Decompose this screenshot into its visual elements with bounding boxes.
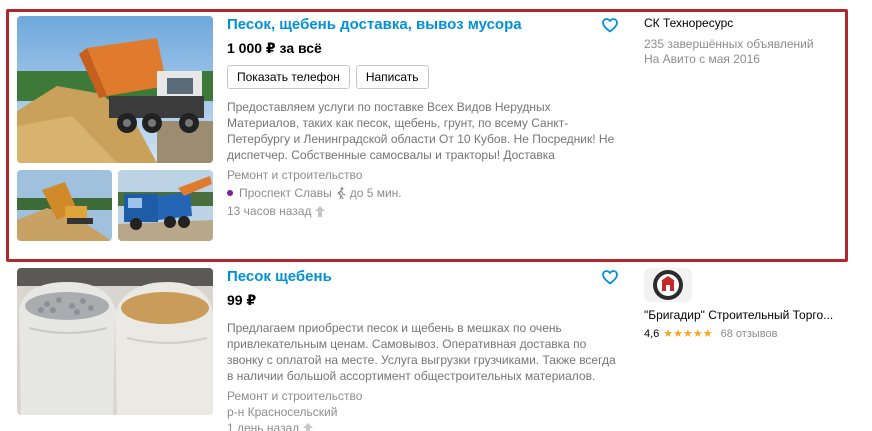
- listing-title[interactable]: Песок, щебень доставка, вывоз мусора: [227, 16, 622, 34]
- seller-info: СК Техноресурс 235 завершённых объявлени…: [644, 16, 857, 67]
- rating-stars-icon: ★★★★★: [663, 328, 713, 340]
- listing-posted: 13 часов назад: [227, 203, 622, 219]
- listing-category: Ремонт и строительство: [227, 168, 363, 182]
- listing-thumbnail[interactable]: [17, 170, 112, 241]
- seller-since: На Авито с мая 2016: [644, 52, 760, 66]
- listing-card[interactable]: Песок щебень 99 ₽ Предлагаем приобрести …: [17, 268, 857, 431]
- rating-value: 4,6: [644, 328, 660, 340]
- arrow-up-icon: [303, 422, 314, 431]
- listing-price: 99 ₽: [227, 292, 257, 308]
- show-phone-button[interactable]: Показать телефон: [227, 65, 350, 89]
- listing-location: Проспект Славы до 5 мин.: [227, 185, 622, 201]
- listing-category: Ремонт и строительство: [227, 389, 363, 403]
- seller-info: "Бригадир" Строительный Торго... 4,6 ★★★…: [644, 268, 857, 341]
- listing-main-photo[interactable]: [17, 16, 213, 163]
- heart-outline-icon[interactable]: [602, 270, 618, 285]
- listing-location: р-н Красносельский: [227, 405, 338, 419]
- metro-station: Проспект Славы: [239, 186, 332, 200]
- seller-logo-badge-icon: [653, 270, 683, 300]
- listing-content: Песок, щебень доставка, вывоз мусора 1 0…: [227, 16, 622, 219]
- walk-time: до 5 мин.: [349, 186, 402, 200]
- listing-main-photo[interactable]: [17, 268, 213, 415]
- listing-card[interactable]: Песок, щебень доставка, вывоз мусора 1 0…: [17, 16, 857, 246]
- reviews-link[interactable]: 68 отзывов: [721, 327, 778, 341]
- seller-name[interactable]: СК Техноресурс: [644, 16, 857, 31]
- listing-posted: 1 день назад: [227, 420, 622, 431]
- listing-price: 1 000 ₽ за всё: [227, 40, 322, 56]
- write-message-button[interactable]: Написать: [355, 65, 429, 89]
- metro-line-dot: [227, 190, 233, 196]
- walking-person-icon: [337, 187, 346, 199]
- heart-outline-icon[interactable]: [602, 18, 618, 33]
- listing-title[interactable]: Песок щебень: [227, 268, 622, 286]
- arrow-up-icon: [315, 205, 326, 217]
- seller-rating: 4,6 ★★★★★ 68 отзывов: [644, 327, 857, 341]
- listing-meta: Ремонт и строительство Проспект Славы до…: [227, 167, 622, 219]
- listing-meta: Ремонт и строительство р-н Красносельски…: [227, 388, 622, 431]
- seller-ads-count: 235 завершённых объявлений: [644, 37, 814, 51]
- seller-logo[interactable]: [644, 268, 692, 302]
- listing-content: Песок щебень 99 ₽ Предлагаем приобрести …: [227, 268, 622, 431]
- listing-description: Предлагаем приобрести песок и щебень в м…: [227, 321, 616, 383]
- contact-buttons: Показать телефон Написать: [227, 65, 622, 89]
- seller-name[interactable]: "Бригадир" Строительный Торго...: [644, 308, 857, 323]
- listing-description: Предоставляем услуги по поставке Всех Ви…: [227, 100, 615, 162]
- listing-thumbnail[interactable]: [118, 170, 213, 241]
